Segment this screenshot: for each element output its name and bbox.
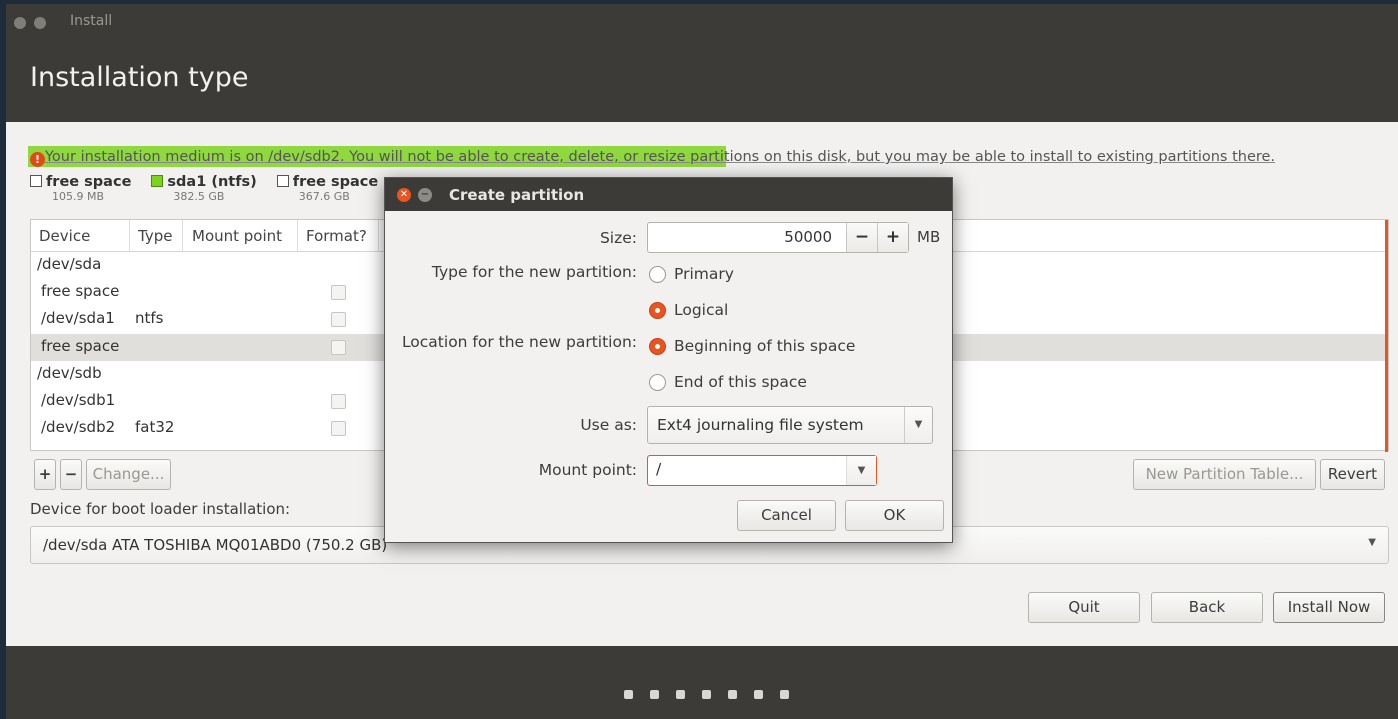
format-checkbox[interactable] bbox=[331, 421, 346, 437]
progress-footer bbox=[6, 646, 1398, 719]
format-checkbox[interactable] bbox=[331, 312, 346, 328]
boot-loader-label: Device for boot loader installation: bbox=[30, 500, 291, 518]
row-device: free space bbox=[41, 282, 120, 301]
size-label: Size: bbox=[599, 229, 637, 247]
warning-message: ! Your installation medium is on /dev/sdb… bbox=[30, 149, 1275, 167]
size-spinbutton[interactable]: 50000 − + bbox=[647, 222, 909, 253]
chevron-down-icon: ▼ bbox=[904, 407, 932, 443]
row-device: /dev/sdb1 bbox=[41, 390, 116, 409]
chevron-down-icon[interactable]: ▼ bbox=[846, 456, 876, 485]
install-now-button[interactable]: Install Now bbox=[1273, 592, 1385, 623]
legend-swatch bbox=[30, 175, 42, 187]
legend-item: free space 105.9 MB bbox=[30, 174, 131, 203]
dialog-title-bar: ✕ − Create partition bbox=[385, 178, 952, 211]
change-partition-button[interactable]: Change... bbox=[86, 459, 171, 490]
row-type: ntfs bbox=[135, 309, 164, 328]
remove-partition-button[interactable]: − bbox=[60, 459, 82, 490]
column-header-mount-point[interactable]: Mount point bbox=[192, 227, 282, 245]
scrollbar[interactable] bbox=[1385, 220, 1388, 452]
window-title: Install bbox=[70, 13, 113, 29]
logical-radio[interactable] bbox=[649, 302, 666, 319]
legend-item: free space 367.6 GB bbox=[276, 174, 379, 203]
progress-dot bbox=[754, 690, 763, 699]
warning-text: Your installation medium is on /dev/sdb2… bbox=[45, 149, 1276, 165]
end-radio[interactable] bbox=[649, 374, 666, 391]
title-bar: Install bbox=[6, 4, 1398, 40]
progress-dots bbox=[624, 690, 789, 699]
page-title: Installation type bbox=[30, 62, 249, 93]
row-device: /dev/sdb bbox=[37, 363, 102, 382]
end-radio-label[interactable]: End of this space bbox=[674, 373, 807, 391]
minimize-window-icon[interactable] bbox=[34, 17, 46, 29]
row-device: free space bbox=[41, 336, 120, 355]
primary-radio-label[interactable]: Primary bbox=[674, 265, 734, 283]
cancel-button[interactable]: Cancel bbox=[737, 500, 836, 531]
beginning-radio[interactable] bbox=[649, 338, 666, 355]
beginning-radio-label[interactable]: Beginning of this space bbox=[674, 337, 855, 355]
format-checkbox[interactable] bbox=[331, 339, 346, 355]
legend-size: 105.9 MB bbox=[52, 190, 105, 203]
legend-label: free space bbox=[46, 174, 132, 190]
create-partition-dialog: ✕ − Create partition Size: 50000 − + MB … bbox=[384, 177, 953, 543]
warning-icon: ! bbox=[30, 152, 45, 167]
progress-dot bbox=[780, 690, 789, 699]
legend-swatch bbox=[276, 175, 289, 187]
mount-point-value: / bbox=[656, 460, 662, 478]
use-as-label: Use as: bbox=[580, 416, 637, 434]
column-header-format[interactable]: Format? bbox=[306, 227, 367, 245]
size-unit: MB bbox=[917, 228, 941, 246]
progress-dot bbox=[624, 690, 633, 699]
size-value: 50000 bbox=[784, 228, 832, 246]
increase-size-button[interactable]: + bbox=[877, 223, 908, 252]
dialog-title: Create partition bbox=[449, 186, 585, 204]
partition-legend: free space 105.9 MB sda1 (ntfs) 382.5 GB… bbox=[30, 174, 398, 203]
minimize-icon[interactable]: − bbox=[418, 188, 432, 202]
legend-size: 382.5 GB bbox=[173, 190, 225, 203]
row-device: /dev/sda1 bbox=[41, 309, 115, 328]
logical-radio-label[interactable]: Logical bbox=[674, 301, 728, 319]
progress-dot bbox=[702, 690, 711, 699]
format-checkbox[interactable] bbox=[331, 285, 346, 301]
mount-point-label: Mount point: bbox=[538, 461, 637, 479]
primary-radio[interactable] bbox=[649, 266, 666, 283]
chevron-down-icon: ▼ bbox=[1368, 537, 1376, 548]
back-button[interactable]: Back bbox=[1151, 592, 1263, 623]
format-checkbox[interactable] bbox=[331, 393, 346, 409]
revert-button[interactable]: Revert bbox=[1320, 459, 1385, 490]
mount-point-combo[interactable]: / ▼ bbox=[647, 455, 877, 486]
ok-button[interactable]: OK bbox=[845, 500, 944, 531]
progress-dot bbox=[676, 690, 685, 699]
row-device: /dev/sda bbox=[37, 255, 102, 273]
boot-loader-value: /dev/sda ATA TOSHIBA MQ01ABD0 (750.2 GB) bbox=[43, 536, 388, 554]
add-partition-button[interactable]: + bbox=[34, 459, 56, 490]
partition-type-label: Type for the new partition: bbox=[431, 263, 637, 281]
legend-label: sda1 (ntfs) bbox=[167, 174, 257, 190]
legend-label: free space bbox=[292, 174, 379, 190]
partition-location-label: Location for the new partition: bbox=[401, 333, 637, 351]
row-type: fat32 bbox=[135, 418, 175, 437]
close-window-icon[interactable] bbox=[14, 17, 26, 29]
use-as-select[interactable]: Ext4 journaling file system ▼ bbox=[647, 406, 933, 444]
column-header-type[interactable]: Type bbox=[138, 227, 172, 245]
legend-size: 367.6 GB bbox=[298, 190, 350, 203]
close-icon[interactable]: ✕ bbox=[397, 188, 411, 202]
use-as-value: Ext4 journaling file system bbox=[657, 416, 864, 434]
column-header-device[interactable]: Device bbox=[39, 227, 90, 245]
progress-dot bbox=[728, 690, 737, 699]
row-device: /dev/sdb2 bbox=[41, 418, 116, 437]
progress-dot bbox=[650, 690, 659, 699]
legend-item: sda1 (ntfs) 382.5 GB bbox=[151, 174, 257, 203]
quit-button[interactable]: Quit bbox=[1028, 592, 1140, 623]
new-partition-table-button[interactable]: New Partition Table... bbox=[1133, 459, 1316, 490]
legend-swatch bbox=[151, 175, 164, 187]
decrease-size-button[interactable]: − bbox=[846, 223, 877, 252]
